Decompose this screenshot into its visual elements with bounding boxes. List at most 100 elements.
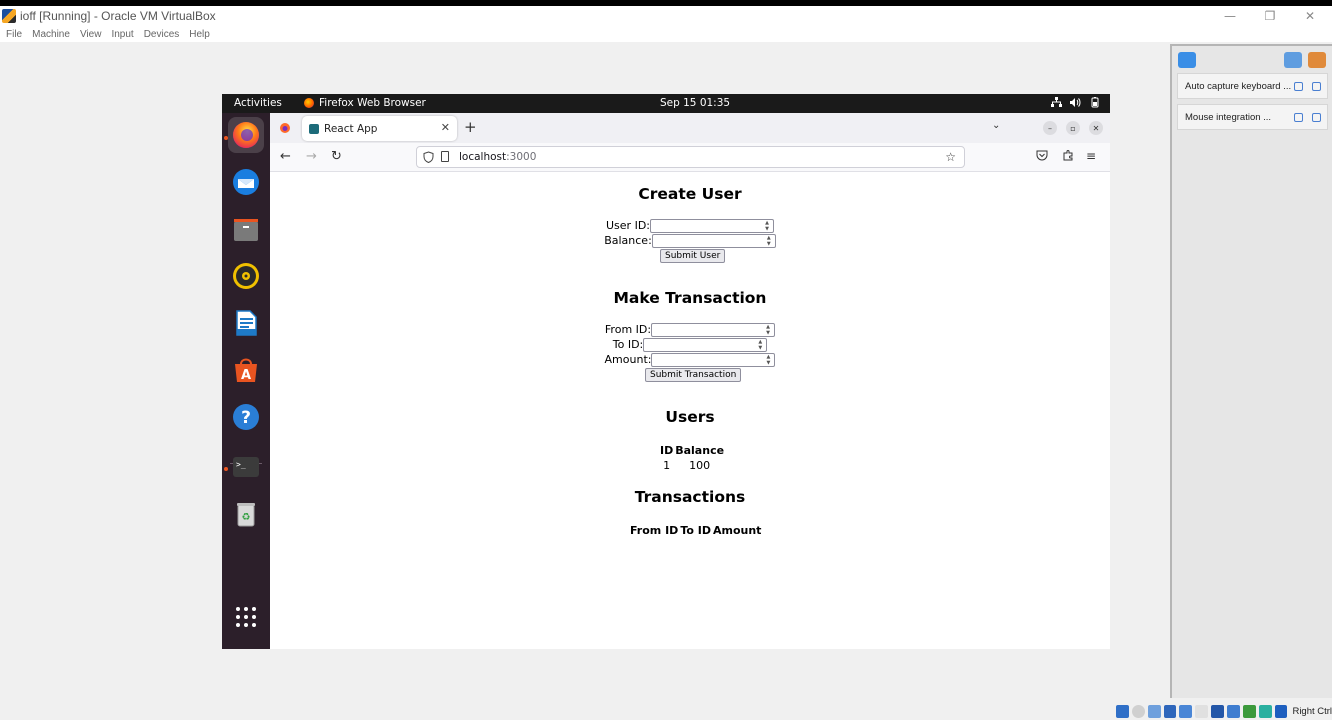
keep-notification-icon[interactable] [1294,82,1303,91]
menu-view[interactable]: View [80,29,102,40]
dock-writer[interactable] [228,305,264,341]
balance-label: Balance: [604,234,652,247]
extensions-icon[interactable] [1062,149,1074,161]
firefox-icon [233,122,259,148]
table-header-row: ID Balance [660,444,724,457]
spinner-icon[interactable]: ▲ ▼ [763,354,773,366]
column-header-to-id: To ID [680,524,711,537]
to-id-input[interactable]: ▲ ▼ [643,337,768,352]
shared-folders-icon[interactable] [1195,705,1209,718]
app-menu-label: Firefox Web Browser [319,97,426,109]
amount-input[interactable]: ▲ ▼ [651,352,776,367]
notification-text: Auto capture keyboard ... [1185,80,1292,92]
back-button[interactable]: ← [280,149,291,164]
notification-item[interactable]: Mouse integration ... [1177,104,1328,130]
trash-icon: ♻ [237,503,255,527]
restore-button[interactable]: ❐ [1250,6,1290,26]
forward-button[interactable]: → [306,149,317,164]
pinned-tab[interactable] [276,119,294,137]
ff-restore-button[interactable]: ▫ [1066,121,1080,135]
tab-title: React App [324,122,378,135]
spinner-icon[interactable]: ▲ ▼ [762,220,772,232]
activities-button[interactable]: Activities [234,97,282,109]
app-menu[interactable]: Firefox Web Browser [304,97,426,109]
recording-icon[interactable] [1227,705,1240,718]
keep-notification-icon[interactable] [1294,113,1303,122]
network-adapter-icon[interactable] [1163,705,1177,718]
create-user-heading: Create User [638,185,742,203]
menu-file[interactable]: File [6,29,22,40]
menu-hamburger-icon[interactable]: ≡ [1086,149,1096,163]
pocket-icon[interactable] [1036,149,1048,161]
tab-react-app[interactable]: React App ✕ [302,116,457,141]
thunderbird-icon [233,169,259,195]
url-host: localhost [459,151,507,163]
dock-rhythmbox[interactable] [228,258,264,294]
dismiss-notification-icon[interactable] [1312,82,1321,91]
menu-machine[interactable]: Machine [32,29,70,40]
menu-help[interactable]: Help [189,29,210,40]
terminal-icon: >_ [233,457,259,477]
ff-minimize-button[interactable]: – [1043,121,1057,135]
optical-drive-icon[interactable] [1131,705,1145,718]
keyboard-capture-icon[interactable] [1274,705,1288,718]
user-id-input[interactable]: ▲ ▼ [650,218,774,233]
software-center-icon: A [235,358,257,383]
display-icon[interactable] [1211,705,1225,718]
react-favicon-icon [309,123,319,134]
close-tab-icon[interactable]: ✕ [441,121,450,134]
cpu-icon[interactable] [1242,705,1256,718]
close-button[interactable]: ✕ [1290,6,1330,26]
submit-transaction-button[interactable]: Submit Transaction [645,368,742,382]
usb-icon[interactable] [1179,705,1193,718]
dock-files[interactable] [228,211,264,247]
clear-notifications-icon[interactable] [1308,52,1326,68]
svg-text:A: A [241,368,251,383]
dismiss-notification-icon[interactable] [1312,113,1321,122]
vm-display[interactable]: Activities Firefox Web Browser Sep 15 01… [222,94,1110,649]
battery-icon [1091,97,1099,108]
new-tab-button[interactable]: + [464,118,477,136]
mouse-integration-icon[interactable] [1258,705,1272,718]
dock-firefox[interactable] [228,117,264,153]
user-id-label: User ID: [606,219,650,232]
column-header-from-id: From ID [630,524,679,537]
transactions-table: From ID To ID Amount [628,522,763,539]
submit-user-button[interactable]: Submit User [660,249,726,263]
list-all-tabs-icon[interactable]: ⌄ [992,120,1000,131]
page-info-icon[interactable] [441,151,449,162]
users-table: ID Balance 1 100 [658,442,726,474]
menu-devices[interactable]: Devices [144,29,180,40]
hard-disk-icon[interactable] [1116,705,1129,718]
balance-input[interactable]: ▲ ▼ [651,233,776,248]
spinner-icon[interactable]: ▲ ▼ [763,324,773,336]
dock-software[interactable]: A [228,352,264,388]
url-bar[interactable]: localhost:3000 ☆ [416,146,965,168]
dock-trash[interactable]: ♻ [228,496,264,532]
system-status-area[interactable] [1051,97,1100,108]
dock-thunderbird[interactable] [228,164,264,200]
tracking-shield-icon[interactable] [423,151,434,163]
dock-show-apps[interactable] [228,599,264,635]
bookmark-star-icon[interactable]: ☆ [945,150,956,164]
menu-input[interactable]: Input [111,29,133,40]
from-id-row: From ID: ▲ ▼ [270,322,1110,337]
toggle-notifications-icon[interactable] [1284,52,1302,68]
from-id-input[interactable]: ▲ ▼ [651,322,776,337]
audio-icon[interactable] [1147,705,1161,718]
to-id-label: To ID: [612,338,644,351]
firefox-icon [304,98,314,108]
minimize-button[interactable]: — [1210,6,1250,26]
url-port: :3000 [506,151,537,163]
notification-icon[interactable] [1178,52,1196,68]
spinner-icon[interactable]: ▲ ▼ [755,339,765,351]
reload-button[interactable]: ↻ [331,149,342,164]
dock-help[interactable]: ? [228,399,264,435]
dock-terminal[interactable]: >_ [228,449,264,485]
amount-label: Amount: [604,353,652,366]
ff-close-button[interactable]: ✕ [1089,121,1103,135]
from-id-label: From ID: [604,323,652,336]
clock[interactable]: Sep 15 01:35 [660,97,730,109]
spinner-icon[interactable]: ▲ ▼ [764,235,774,247]
notification-item[interactable]: Auto capture keyboard ... [1177,73,1328,99]
